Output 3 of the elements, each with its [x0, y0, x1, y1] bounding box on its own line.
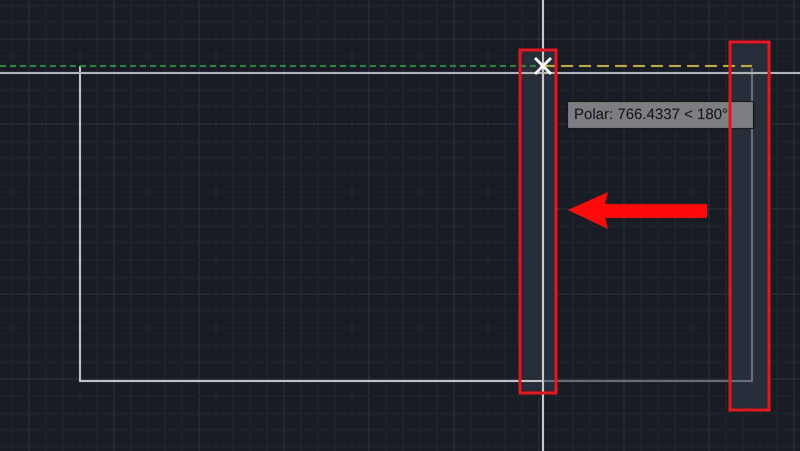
polar-tooltip: Polar: 766.4337 < 180° — [567, 101, 754, 129]
arrow-icon — [568, 192, 707, 229]
snap-marker-icon — [534, 56, 552, 76]
